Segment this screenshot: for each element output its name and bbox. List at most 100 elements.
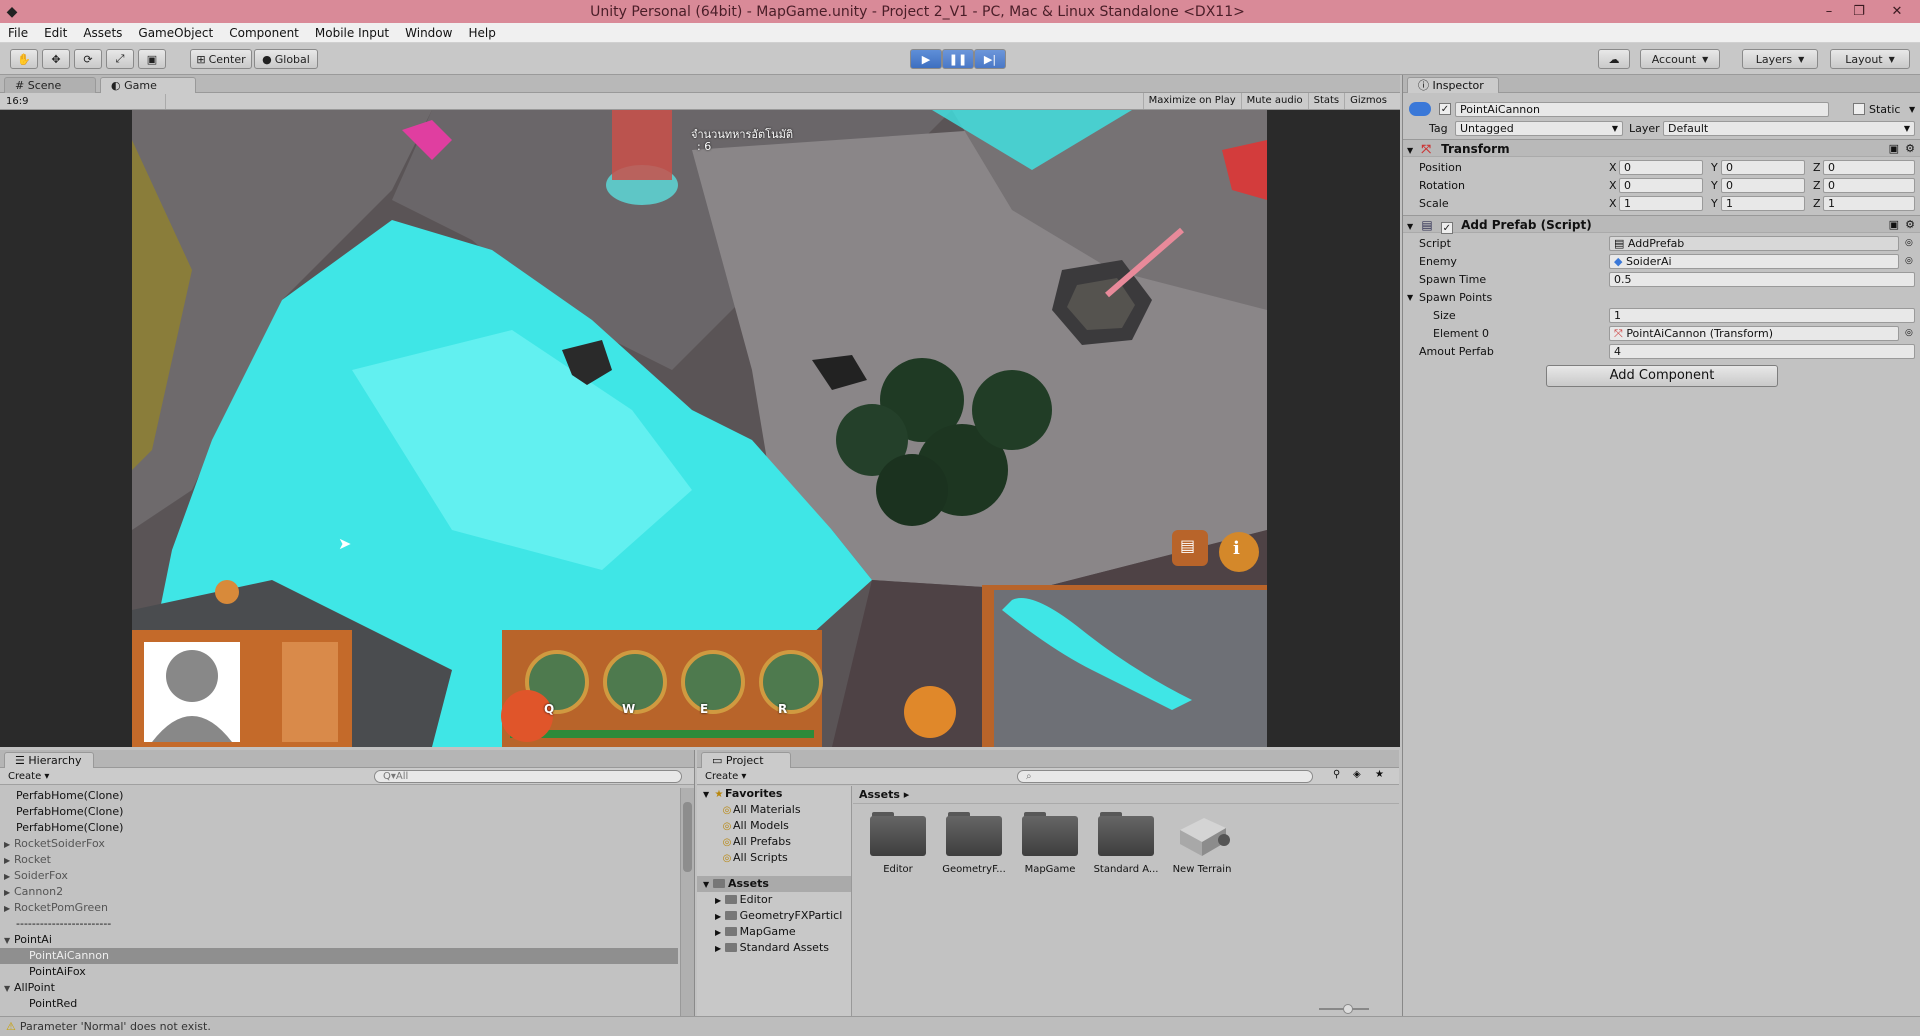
- favorite-all-models[interactable]: ◎ All Models: [697, 818, 851, 834]
- expand-arrow-icon[interactable]: ▼: [4, 933, 14, 949]
- maximize-button[interactable]: ❐: [1844, 4, 1874, 19]
- hierarchy-item[interactable]: ------------------------: [0, 916, 678, 932]
- static-checkbox[interactable]: [1853, 103, 1865, 115]
- spawn-time-field[interactable]: 0.5: [1609, 272, 1915, 287]
- hierarchy-item[interactable]: PointAiFox: [0, 964, 678, 980]
- hierarchy-create-dropdown[interactable]: Create ▾: [8, 769, 49, 784]
- transform-header[interactable]: ▼ ⤧ Transform ▣ ⚙: [1403, 139, 1920, 157]
- project-tree[interactable]: ▼ ★ Favorites ◎ All Materials ◎ All Models …: [697, 786, 852, 1016]
- scrollbar-thumb[interactable]: [683, 802, 692, 872]
- cloud-button[interactable]: ☁: [1598, 49, 1630, 69]
- hierarchy-item[interactable]: ▼ AllPoint: [0, 980, 678, 996]
- status-bar[interactable]: ⚠ Parameter 'Normal' does not exist.: [0, 1016, 1920, 1036]
- gear-icon[interactable]: ⚙: [1905, 216, 1915, 234]
- asset-folder-editor[interactable]: Editor: [863, 812, 933, 875]
- project-create-dropdown[interactable]: Create ▾: [705, 769, 746, 784]
- rotation-x-field[interactable]: 0: [1619, 178, 1703, 193]
- hierarchy-item[interactable]: PerfabHome(Clone): [0, 820, 678, 836]
- project-asset-grid[interactable]: Assets ▸ Editor GeometryF... MapGame Sta…: [853, 786, 1399, 1016]
- position-x-field[interactable]: 0: [1619, 160, 1703, 175]
- tab-scene[interactable]: # Scene: [4, 77, 96, 93]
- mute-audio-toggle[interactable]: Mute audio: [1240, 93, 1308, 109]
- script-field[interactable]: ▤ AddPrefab: [1609, 236, 1899, 251]
- filter-label-icon[interactable]: ◈: [1353, 769, 1361, 780]
- play-button[interactable]: ▶: [910, 49, 942, 69]
- game-canvas[interactable]: จำนวนทหารอัตโนมัติ : 6 Q W E R ▤ i ➤: [132, 110, 1267, 747]
- close-button[interactable]: ✕: [1874, 4, 1920, 19]
- stats-toggle[interactable]: Stats: [1307, 93, 1345, 109]
- asset-folder-geometryfx[interactable]: GeometryF...: [939, 812, 1009, 875]
- size-field[interactable]: 1: [1609, 308, 1915, 323]
- hierarchy-scrollbar[interactable]: [680, 788, 694, 1016]
- menu-edit[interactable]: Edit: [36, 26, 75, 40]
- menu-assets[interactable]: Assets: [75, 26, 130, 40]
- component-enabled-checkbox[interactable]: ✓: [1440, 222, 1453, 234]
- tab-inspector[interactable]: ⓘ Inspector: [1407, 77, 1499, 93]
- rotation-z-field[interactable]: 0: [1823, 178, 1915, 193]
- hierarchy-item[interactable]: PointRed: [0, 996, 678, 1012]
- collapse-arrow-icon[interactable]: ▶: [4, 901, 14, 917]
- info-icon[interactable]: i: [1233, 538, 1240, 559]
- hierarchy-list[interactable]: PerfabHome(Clone) PerfabHome(Clone) Perfab…: [0, 788, 678, 1016]
- tree-folder-editor[interactable]: ▶ Editor: [697, 892, 851, 908]
- hierarchy-search-input[interactable]: Q▾All: [374, 770, 682, 783]
- expand-arrow-icon[interactable]: ▼: [4, 981, 14, 997]
- element0-field[interactable]: ⤧ PointAiCannon (Transform): [1609, 326, 1899, 341]
- favorite-all-scripts[interactable]: ◎ All Scripts: [697, 850, 851, 866]
- assets-header[interactable]: ▼ Assets: [697, 876, 851, 892]
- rotate-tool-button[interactable]: ⟳: [74, 49, 102, 69]
- hierarchy-item[interactable]: ▼ PointAi: [0, 932, 678, 948]
- favorite-all-prefabs[interactable]: ◎ All Prefabs: [697, 834, 851, 850]
- favorite-all-materials[interactable]: ◎ All Materials: [697, 802, 851, 818]
- layers-dropdown[interactable]: Layers ▼: [1742, 49, 1818, 69]
- scale-y-field[interactable]: 1: [1721, 196, 1805, 211]
- account-dropdown[interactable]: Account ▼: [1640, 49, 1720, 69]
- amount-field[interactable]: 4: [1609, 344, 1915, 359]
- pivot-toggle[interactable]: ⊞ Center: [190, 49, 252, 69]
- object-picker-icon[interactable]: ◎: [1905, 253, 1913, 270]
- game-view[interactable]: จำนวนทหารอัตโนมัติ : 6 Q W E R ▤ i ➤: [0, 110, 1400, 747]
- tag-dropdown[interactable]: Untagged ▼: [1455, 121, 1623, 136]
- scale-z-field[interactable]: 1: [1823, 196, 1915, 211]
- position-z-field[interactable]: 0: [1823, 160, 1915, 175]
- menu-help[interactable]: Help: [460, 26, 503, 40]
- favorites-header[interactable]: ▼ ★ Favorites: [697, 786, 851, 802]
- gear-icon[interactable]: ⚙: [1905, 140, 1915, 158]
- asset-folder-mapgame[interactable]: MapGame: [1015, 812, 1085, 875]
- project-search-input[interactable]: ⌕: [1017, 770, 1313, 783]
- asset-new-terrain[interactable]: New Terrain: [1167, 812, 1237, 875]
- hierarchy-item[interactable]: PerfabHome(Clone): [0, 788, 678, 804]
- position-y-field[interactable]: 0: [1721, 160, 1805, 175]
- rotation-y-field[interactable]: 0: [1721, 178, 1805, 193]
- add-component-button[interactable]: Add Component: [1546, 365, 1778, 387]
- tab-game[interactable]: ◐ Game: [100, 77, 196, 93]
- hierarchy-item[interactable]: PointAiCannon: [0, 948, 678, 964]
- hierarchy-item[interactable]: ▶ SoiderFox: [0, 868, 678, 884]
- layout-dropdown[interactable]: Layout ▼: [1830, 49, 1910, 69]
- menu-gameobject[interactable]: GameObject: [130, 26, 221, 40]
- maximize-on-play-toggle[interactable]: Maximize on Play: [1142, 93, 1241, 109]
- tree-folder-geometryfx[interactable]: ▶ GeometryFXParticl: [697, 908, 851, 924]
- breadcrumb[interactable]: Assets ▸: [853, 786, 1399, 804]
- icon-size-slider[interactable]: [1319, 1004, 1369, 1014]
- filter-type-icon[interactable]: ⚲: [1333, 769, 1340, 780]
- menu-window[interactable]: Window: [397, 26, 460, 40]
- tree-folder-standard-assets[interactable]: ▶ Standard Assets: [697, 940, 851, 956]
- aspect-dropdown[interactable]: 16:9: [6, 94, 166, 109]
- tree-folder-mapgame[interactable]: ▶ MapGame: [697, 924, 851, 940]
- scale-x-field[interactable]: 1: [1619, 196, 1703, 211]
- favorite-star-icon[interactable]: ★: [1375, 769, 1384, 780]
- scale-tool-button[interactable]: ⤢: [106, 49, 134, 69]
- asset-folder-standard-assets[interactable]: Standard A...: [1091, 812, 1161, 875]
- collapse-arrow-icon[interactable]: ▶: [4, 837, 14, 853]
- rect-tool-button[interactable]: ▣: [138, 49, 166, 69]
- help-icon[interactable]: ▣: [1889, 216, 1899, 234]
- hierarchy-item[interactable]: ▶ Cannon2: [0, 884, 678, 900]
- hierarchy-item[interactable]: ▶ RocketPomGreen: [0, 900, 678, 916]
- layer-dropdown[interactable]: Default ▼: [1663, 121, 1915, 136]
- spawn-points-row[interactable]: ▼ Spawn Points: [1403, 289, 1920, 306]
- minimize-button[interactable]: –: [1814, 4, 1844, 19]
- pause-button[interactable]: ❚❚: [942, 49, 974, 69]
- menu-component[interactable]: Component: [221, 26, 307, 40]
- hierarchy-item[interactable]: PerfabHome(Clone): [0, 804, 678, 820]
